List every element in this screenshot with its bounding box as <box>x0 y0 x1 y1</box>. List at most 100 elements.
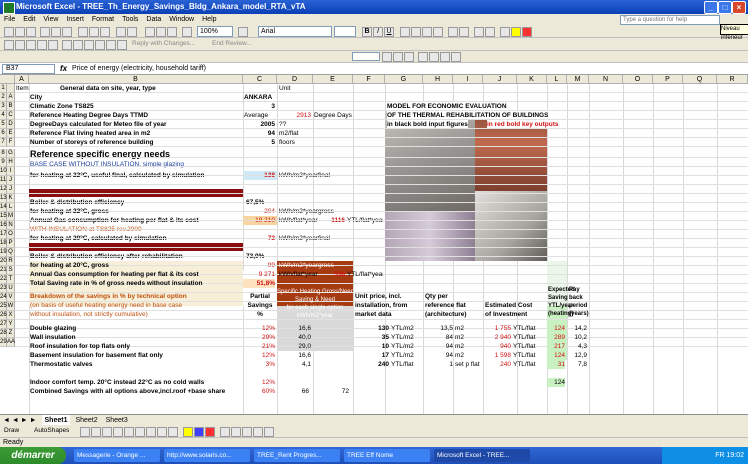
hdr-partial[interactable]: Partial <box>243 292 277 301</box>
spelling-icon[interactable] <box>62 27 72 37</box>
draw-fill-icon[interactable] <box>183 427 193 437</box>
col-header-p[interactable]: P <box>653 75 683 84</box>
close-button[interactable]: × <box>732 1 746 14</box>
option-qty[interactable]: 1 <box>425 360 453 369</box>
line-style-icon[interactable] <box>220 427 230 437</box>
col-header-a[interactable]: A <box>15 75 29 84</box>
clipart-icon[interactable] <box>157 427 167 437</box>
col-header-b[interactable]: B <box>29 75 243 84</box>
rectangle-icon[interactable] <box>102 427 112 437</box>
row-number-11[interactable]: 11 <box>0 176 7 185</box>
copy-icon[interactable] <box>89 27 99 37</box>
textbox-icon[interactable] <box>124 427 134 437</box>
row-number-20[interactable]: 20 <box>0 257 7 266</box>
option-saving[interactable]: 289 <box>547 333 565 342</box>
row-number-16[interactable]: 16 <box>0 221 7 230</box>
toolbar-icon-9[interactable] <box>95 40 105 50</box>
row-number-14[interactable]: 14 <box>0 203 7 212</box>
option-specific[interactable]: 16,6 <box>277 324 311 333</box>
option-price-unit[interactable]: YTL/m2 <box>391 351 421 360</box>
option-name[interactable]: Roof insulation for top flats only <box>30 342 240 351</box>
toolbar-icon-7[interactable] <box>73 40 83 50</box>
arrow-style-icon[interactable] <box>242 427 252 437</box>
cell-b21[interactable]: Total Saving rate in % of gross needs wi… <box>30 279 203 288</box>
col-header-q[interactable]: Q <box>683 75 717 84</box>
option-qty[interactable]: 94 <box>425 342 453 351</box>
option-saving[interactable]: 31 <box>547 360 565 369</box>
row-number-5[interactable]: 5 <box>0 120 7 129</box>
menu-format[interactable]: Format <box>88 14 118 25</box>
task-browser[interactable]: http://www.solaris.co... <box>164 449 250 462</box>
toolbar-icon-15[interactable] <box>418 52 428 62</box>
option-cost[interactable]: 1 755 <box>485 324 511 333</box>
menu-view[interactable]: View <box>39 14 62 25</box>
option-payback[interactable]: 4,3 <box>567 342 587 351</box>
toolbar-icon-16[interactable] <box>429 52 439 62</box>
merge-center-icon[interactable] <box>433 27 443 37</box>
option-qty-unit[interactable]: m2 <box>455 324 481 333</box>
option-price-unit[interactable]: YTL/flat <box>391 360 421 369</box>
paste-icon[interactable] <box>100 27 110 37</box>
draw-menu[interactable]: Draw <box>4 426 19 435</box>
comma-icon[interactable] <box>459 27 469 37</box>
option-cost[interactable]: 240 <box>485 360 511 369</box>
fx-icon[interactable]: fx <box>60 63 67 74</box>
align-right-icon[interactable] <box>422 27 432 37</box>
option-qty-unit[interactable]: m2 <box>455 342 481 351</box>
option-name[interactable]: Double glazing <box>30 324 240 333</box>
cell-c29[interactable]: 60% <box>243 387 275 396</box>
option-specific[interactable]: 29,0 <box>277 342 311 351</box>
menu-file[interactable]: File <box>0 14 19 25</box>
col-header-i[interactable]: I <box>453 75 483 84</box>
toolbar-icon-5[interactable] <box>48 40 58 50</box>
col-header-n[interactable]: N <box>589 75 623 84</box>
task-tree-eff[interactable]: TREE Eff Nome <box>344 449 430 462</box>
extra-select[interactable] <box>352 52 380 61</box>
col-header-r[interactable]: R <box>717 75 748 84</box>
col-header-e[interactable]: E <box>313 75 353 84</box>
cell-e29[interactable]: 72 <box>313 387 349 396</box>
option-specific[interactable]: 4,1 <box>277 360 311 369</box>
option-name[interactable]: Wall insulation <box>30 333 240 342</box>
row-number-7[interactable]: 7 <box>0 138 7 147</box>
cell-d20[interactable]: kWh/flat*year <box>279 270 318 279</box>
toolbar-icon-1[interactable] <box>4 40 14 50</box>
new-icon[interactable] <box>4 27 14 37</box>
cell-e20[interactable]: 538 <box>313 270 345 279</box>
option-pct[interactable]: 12% <box>243 324 275 333</box>
option-qty-unit[interactable]: m2 <box>455 351 481 360</box>
menu-window[interactable]: Window <box>165 14 198 25</box>
hdr-market[interactable]: market data <box>355 310 392 319</box>
option-qty[interactable]: 13,5 <box>425 324 453 333</box>
breakdown-sub-1[interactable]: (on basis of useful heating energy need … <box>30 301 182 310</box>
option-cost[interactable]: 2 940 <box>485 333 511 342</box>
option-pct[interactable]: 3% <box>243 360 275 369</box>
hdr-savings[interactable]: Savings <box>243 301 277 310</box>
cell-c20[interactable]: 9 271 <box>243 270 275 279</box>
cell-l28[interactable]: 124 <box>547 378 565 387</box>
fill-color-icon[interactable] <box>511 27 521 37</box>
underline-button[interactable]: U <box>384 27 394 37</box>
option-saving[interactable]: 124 <box>547 351 565 360</box>
zoom-select[interactable]: 100% <box>197 26 233 37</box>
col-header-h[interactable]: H <box>423 75 453 84</box>
increase-indent-icon[interactable] <box>485 27 495 37</box>
row-number-19[interactable]: 19 <box>0 248 7 257</box>
option-cost-unit[interactable]: YTL/flat <box>513 360 545 369</box>
option-pct[interactable]: 12% <box>243 351 275 360</box>
option-payback[interactable]: 10,2 <box>567 333 587 342</box>
minimize-button[interactable]: _ <box>704 1 718 14</box>
col-header-k[interactable]: K <box>517 75 547 84</box>
percent-icon[interactable] <box>448 27 458 37</box>
option-cost-unit[interactable]: YTL/flat <box>513 351 545 360</box>
open-icon[interactable] <box>15 27 25 37</box>
cell-b28[interactable]: Indoor comfort temp. 20°C instead 22°C a… <box>30 378 204 387</box>
row-number-8[interactable]: 8 <box>0 149 7 158</box>
picture-icon[interactable] <box>168 427 178 437</box>
start-button[interactable]: démarrer <box>0 447 66 464</box>
end-review[interactable]: End Review... <box>212 39 252 48</box>
option-specific[interactable]: 16,6 <box>277 351 311 360</box>
reply-with-changes[interactable]: Reply with Changes... <box>132 39 195 48</box>
toolbar-icon-13[interactable] <box>393 52 403 62</box>
hdr-architecture[interactable]: (architecture) <box>425 310 467 319</box>
